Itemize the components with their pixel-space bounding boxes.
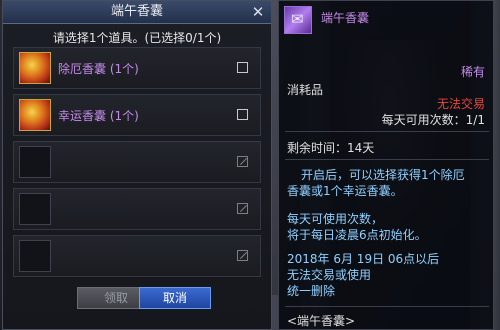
item-label: 幸运香囊 (1个)	[58, 109, 139, 123]
select-item-dialog: 端午香囊 ✕ 请选择1个道具。(已选择0/1个) 除厄香囊 (1个) 幸运香囊 …	[2, 0, 272, 330]
item-tooltip: 端午香囊 稀有 消耗品 无法交易 每天可用次数：1/1 剩余时间：14天 开启后…	[278, 0, 494, 330]
item-checkbox[interactable]	[237, 62, 248, 73]
divider	[285, 159, 489, 160]
list-item	[13, 188, 261, 230]
tooltip-footer: <端午香囊>	[287, 314, 356, 328]
list-item	[13, 141, 261, 183]
item-description: 开启后，可以选择获得1个除厄 香囊或1个幸运香囊。	[287, 167, 487, 199]
sachet-icon	[19, 52, 51, 84]
daily-usage-count: 每天可用次数：1/1	[381, 113, 485, 127]
dialog-title: 端午香囊	[110, 4, 163, 19]
expire-line: 2018年 6月 19日 06点以后	[287, 252, 440, 266]
item-checkbox-disabled	[237, 250, 248, 261]
reset-note: 每天可使用次数， 将于每日凌晨6点初始化。	[287, 211, 487, 243]
dialog-titlebar: 端午香囊 ✕	[3, 1, 271, 24]
sachet-icon	[284, 6, 312, 34]
item-label: 除厄香囊 (1个)	[58, 62, 139, 76]
item-checkbox-disabled	[237, 203, 248, 214]
close-icon[interactable]: ✕	[249, 3, 267, 21]
rarity-label: 稀有	[460, 65, 485, 79]
list-item[interactable]: 幸运香囊 (1个)	[13, 94, 261, 136]
expiration-note: 2018年 6月 19日 06点以后 无法交易或使用 统一删除	[287, 251, 487, 299]
tooltip-title: 端午香囊	[321, 11, 370, 25]
empty-slot-icon	[19, 193, 51, 225]
tradable-status: 无法交易	[436, 97, 485, 111]
reset-line: 每天可使用次数，	[287, 212, 384, 226]
empty-slot-icon	[19, 146, 51, 178]
divider	[285, 131, 489, 132]
item-slot-list: 除厄香囊 (1个) 幸运香囊 (1个)	[13, 47, 261, 282]
expire-line: 统一删除	[287, 284, 336, 298]
list-item[interactable]: 除厄香囊 (1个)	[13, 47, 261, 89]
selection-instruction: 请选择1个道具。(已选择0/1个)	[52, 31, 222, 45]
reset-line: 将于每日凌晨6点初始化。	[287, 228, 427, 242]
empty-slot-icon	[19, 240, 51, 272]
description-line: 开启后，可以选择获得1个除厄	[301, 168, 465, 182]
description-line: 香囊或1个幸运香囊。	[287, 184, 403, 198]
divider	[285, 306, 489, 307]
category-label: 消耗品	[287, 83, 324, 97]
item-checkbox-disabled	[237, 156, 248, 167]
list-item	[13, 235, 261, 277]
cancel-button[interactable]: 取消	[139, 287, 211, 309]
sachet-icon	[19, 99, 51, 131]
remaining-time: 剩余时间：14天	[287, 141, 375, 155]
expire-line: 无法交易或使用	[287, 268, 372, 282]
item-checkbox[interactable]	[237, 109, 248, 120]
